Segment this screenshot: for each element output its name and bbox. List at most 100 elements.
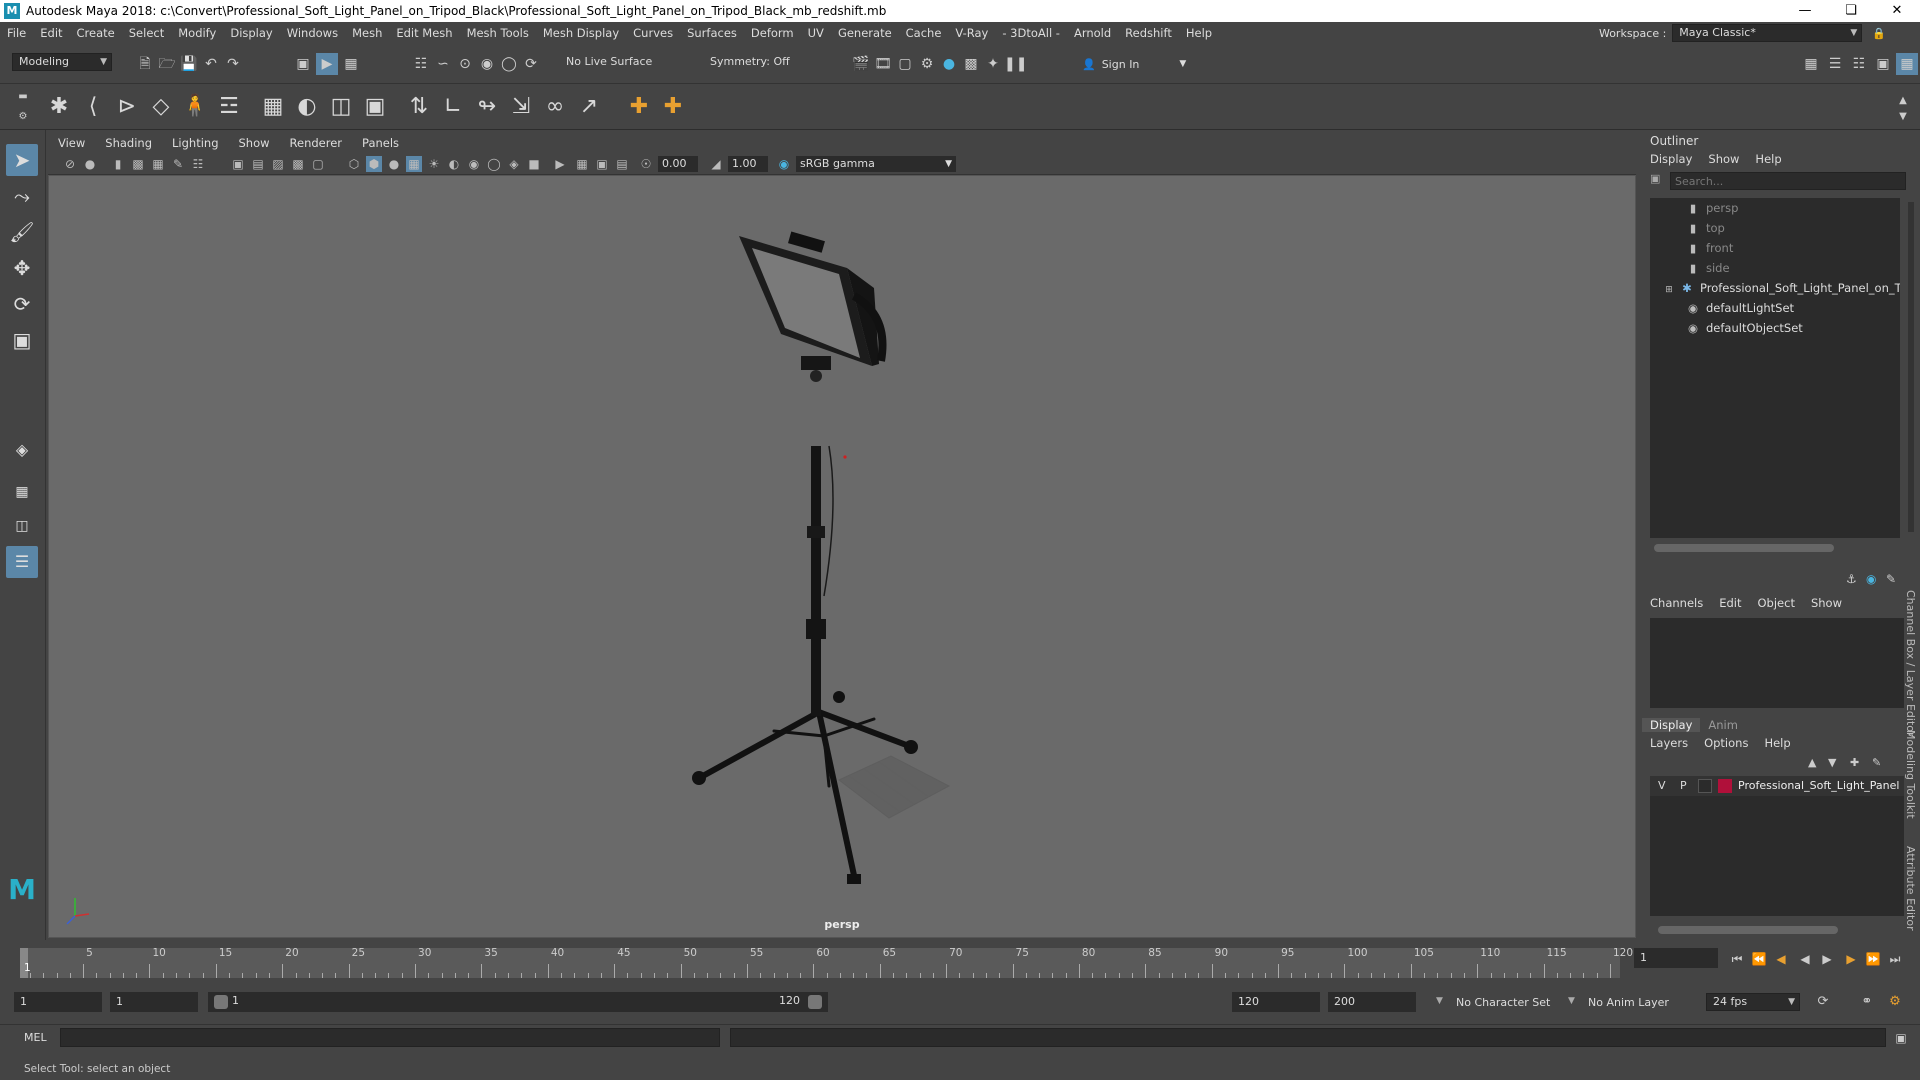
vp-menu-view[interactable]: View <box>48 136 95 150</box>
film-gate-icon[interactable]: ▣ <box>230 156 246 172</box>
exposure-field[interactable]: 0.00 <box>658 156 698 172</box>
hypershade-icon[interactable]: ● <box>938 53 960 75</box>
time-slider[interactable]: 1 5 10 15 20 25 30 35 40 45 50 55 60 65 70 75 80 85 90 95 1… <box>0 940 1920 980</box>
use-all-lights-icon[interactable]: ☀ <box>426 156 442 172</box>
gamma-field[interactable]: 1.00 <box>728 156 768 172</box>
show-manipulator-icon[interactable]: ◈ <box>6 434 38 466</box>
menu-deform[interactable]: Deform <box>744 26 801 40</box>
new-layer-icon[interactable]: ✎ <box>1872 756 1881 769</box>
animation-end-field[interactable]: 200 <box>1328 992 1416 1012</box>
depth-of-field-icon[interactable]: ■ <box>526 156 542 172</box>
locator-icon[interactable]: ✚ <box>624 92 654 122</box>
layer-menu-options[interactable]: Options <box>1696 736 1756 750</box>
minimize-icon[interactable]: — <box>1782 0 1828 22</box>
layer-type-toggle[interactable] <box>1698 779 1712 793</box>
ik-handle-icon[interactable]: ⟨ <box>78 92 108 122</box>
parent-constraint-icon[interactable]: ∞ <box>540 92 570 122</box>
restore-icon[interactable]: ❏ <box>1828 0 1874 22</box>
menu-edit[interactable]: Edit <box>33 26 69 40</box>
undo-icon[interactable]: ↶ <box>200 53 222 75</box>
screen-space-ao-icon[interactable]: ◉ <box>466 156 482 172</box>
channel-key-icon[interactable]: ⚓ <box>1846 572 1857 586</box>
outliner-filter-icon[interactable]: ▣ <box>1650 172 1664 188</box>
animation-start-field[interactable]: 1 <box>14 992 102 1012</box>
channel-box[interactable] <box>1650 618 1904 708</box>
outliner-item-front[interactable]: ▮ front <box>1650 238 1900 258</box>
animation-prefs-icon[interactable]: ⚙ <box>1884 991 1906 1013</box>
outliner-item-defaultobjectset[interactable]: ◉ defaultObjectSet <box>1650 318 1900 338</box>
outliner-item-top[interactable]: ▮ top <box>1650 218 1900 238</box>
tab-anim[interactable]: Anim <box>1700 718 1746 732</box>
render-sequence-icon[interactable]: 🎞 <box>872 53 894 75</box>
xray-active-icon[interactable]: ▤ <box>614 156 630 172</box>
expand-icon[interactable]: ⊞ <box>1664 280 1674 298</box>
gate-mask-icon[interactable]: ▨ <box>270 156 286 172</box>
anti-aliasing-icon[interactable]: ◈ <box>506 156 522 172</box>
pause-icon[interactable]: ❚❚ <box>1004 53 1027 75</box>
layer-visibility-toggle[interactable]: V <box>1658 776 1666 796</box>
menu-select[interactable]: Select <box>122 26 171 40</box>
safe-action-icon[interactable]: ▢ <box>310 156 326 172</box>
blend-shape-icon[interactable]: ▣ <box>360 92 390 122</box>
tool-settings-icon[interactable]: ☷ <box>1848 53 1870 75</box>
layer-editor-toggle-icon[interactable]: ▦ <box>1896 53 1918 75</box>
rotate-tool-icon[interactable]: ⟳ <box>6 288 38 320</box>
layer-playback-toggle[interactable]: P <box>1680 776 1687 796</box>
image-plane-icon[interactable]: ▩ <box>130 156 146 172</box>
channelbox-side-tab[interactable]: Channel Box / Layer Editor <box>1904 590 1917 737</box>
render-frame-icon[interactable]: 🎬 <box>850 53 872 75</box>
grease-pencil-icon[interactable]: ✎ <box>170 156 186 172</box>
attribute-editor-side-tab[interactable]: Attribute Editor <box>1904 846 1917 931</box>
vp-menu-renderer[interactable]: Renderer <box>280 136 353 150</box>
human-ik-icon[interactable]: ☲ <box>214 92 244 122</box>
close-icon[interactable]: ✕ <box>1874 0 1920 22</box>
gamma-icon[interactable]: ◢ <box>708 156 724 172</box>
orient-constraint-icon[interactable]: ⇅ <box>404 92 434 122</box>
layer-color-swatch[interactable] <box>1718 779 1732 793</box>
channel-lock-icon[interactable]: ◉ <box>1866 572 1876 586</box>
two-pane-layout-icon[interactable]: ◫ <box>6 510 38 542</box>
field-chart-icon[interactable]: ▩ <box>290 156 306 172</box>
script-editor-icon[interactable]: ▣ <box>1890 1027 1912 1049</box>
menu-cache[interactable]: Cache <box>899 26 949 40</box>
layer-name[interactable]: Professional_Soft_Light_Panel <box>1738 776 1904 796</box>
shelf-menu-icon[interactable]: ▬ <box>12 86 34 108</box>
snap-view-icon[interactable]: ◉ <box>476 53 498 75</box>
vp-menu-shading[interactable]: Shading <box>95 136 162 150</box>
range-slider[interactable]: 1 120 <box>208 992 828 1012</box>
playback-end-field[interactable]: 120 <box>1232 992 1320 1012</box>
menu-3dtoall[interactable]: - 3DtoAll - <box>995 26 1067 40</box>
color-space-select[interactable]: sRGB gamma ▼ <box>796 156 956 172</box>
scale-constraint-icon[interactable]: ⇲ <box>506 92 536 122</box>
mel-command-input[interactable] <box>60 1028 720 1047</box>
outliner-item-persp[interactable]: ▮ persp <box>1650 198 1900 218</box>
menu-vray[interactable]: V-Ray <box>948 26 995 40</box>
range-start-handle[interactable] <box>214 995 228 1009</box>
select-object-icon[interactable]: ▶ <box>316 53 338 75</box>
layer-move-down-icon[interactable]: ▼ <box>1828 756 1836 769</box>
layer-hscrollbar[interactable] <box>1658 926 1838 934</box>
menu-uv[interactable]: UV <box>801 26 831 40</box>
menu-generate[interactable]: Generate <box>831 26 899 40</box>
snap-grid-icon[interactable]: ☷ <box>410 53 432 75</box>
2d-pan-zoom-icon[interactable]: ▦ <box>150 156 166 172</box>
modeling-toolkit-icon[interactable]: ▦ <box>1800 53 1822 75</box>
pole-vector-icon[interactable]: ↗ <box>574 92 604 122</box>
wireframe-icon[interactable]: ⬡ <box>346 156 362 172</box>
attribute-editor-icon[interactable]: ☰ <box>1824 53 1846 75</box>
outliner-vscrollbar[interactable] <box>1908 202 1914 532</box>
point-constraint-icon[interactable]: ∟ <box>438 92 468 122</box>
exposure-icon[interactable]: ☉ <box>638 156 654 172</box>
character-set-select[interactable]: No Character Set <box>1456 996 1550 1009</box>
xray-icon[interactable]: ▦ <box>574 156 590 172</box>
snap-live-icon[interactable]: ⟳ <box>520 53 542 75</box>
menu-display[interactable]: Display <box>223 26 279 40</box>
workspace-select[interactable]: Maya Classic* ▼ <box>1672 24 1863 42</box>
modeling-toolkit-side-tab[interactable]: Modeling Toolkit <box>1904 730 1917 819</box>
xray-joints-icon[interactable]: ▣ <box>594 156 610 172</box>
menu-curves[interactable]: Curves <box>626 26 680 40</box>
scale-tool-icon[interactable]: ▣ <box>6 324 38 356</box>
playback-start-field[interactable]: 1 <box>110 992 198 1012</box>
vp-menu-show[interactable]: Show <box>229 136 280 150</box>
outliner-menu-show[interactable]: Show <box>1700 152 1747 166</box>
